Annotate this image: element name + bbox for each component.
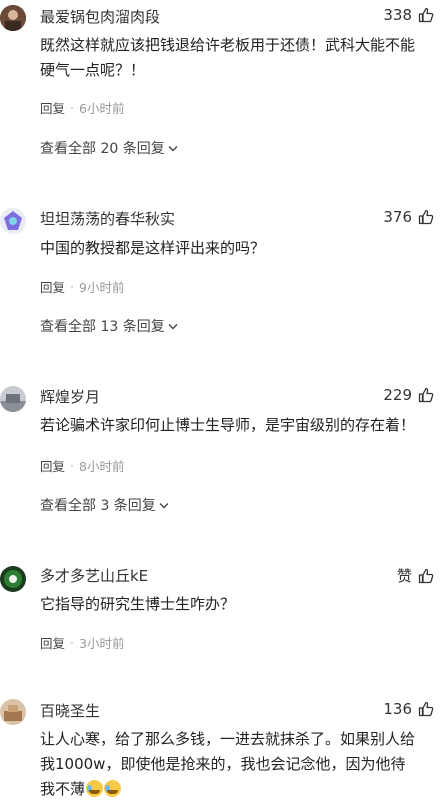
reply-button[interactable]: 回复 <box>40 277 65 296</box>
view-all-replies-label: 查看全部 20 条回复 <box>40 141 165 157</box>
chevron-down-icon <box>168 145 178 151</box>
view-all-replies-button[interactable]: 查看全部 3 条回复 <box>40 495 169 515</box>
comment-username[interactable]: 坦坦荡荡的春华秋实 <box>40 208 175 229</box>
comment-username[interactable]: 最爱锅包肉溜肉段 <box>40 6 160 27</box>
comment-username[interactable]: 多才多艺山丘kE <box>40 565 148 586</box>
separator-dot: · <box>70 458 74 473</box>
comment-meta: 回复 · 9小时前 <box>40 277 124 296</box>
avatar[interactable] <box>0 699 26 725</box>
reply-button[interactable]: 回复 <box>40 456 65 475</box>
comment-time: 6小时前 <box>79 101 125 116</box>
comment-feed: 最爱锅包肉溜肉段 338 既然这样就应该把钱退给许老板用于还债！武科大能不能 硬… <box>0 0 446 798</box>
separator-dot: · <box>70 100 74 115</box>
avatar[interactable] <box>0 208 26 234</box>
like-count: 376 <box>383 208 412 226</box>
view-all-replies-label: 查看全部 13 条回复 <box>40 319 165 335</box>
crying-laughing-emoji-icon <box>86 780 104 797</box>
view-all-replies-label: 查看全部 3 条回复 <box>40 498 156 514</box>
comment-text: 它指导的研究生博士生咋办？ <box>40 595 236 613</box>
like-count: 338 <box>383 6 412 24</box>
comment-text: 若论骗术许家印何止博士生导师，是宇宙级别的存在着！ <box>40 416 416 434</box>
separator-dot: · <box>70 635 74 650</box>
like-count: 229 <box>383 386 412 404</box>
like-button[interactable]: 229 <box>383 386 434 404</box>
view-all-replies-button[interactable]: 查看全部 13 条回复 <box>40 316 178 336</box>
like-button[interactable]: 赞 <box>397 565 434 586</box>
thumbs-up-icon <box>418 568 434 583</box>
reply-button[interactable]: 回复 <box>40 98 65 117</box>
like-button[interactable]: 136 <box>383 700 434 718</box>
comment-time: 8小时前 <box>79 459 125 474</box>
chevron-down-icon <box>159 502 169 508</box>
thumbs-up-icon <box>418 387 434 403</box>
chevron-down-icon <box>168 323 178 329</box>
avatar[interactable] <box>0 5 26 31</box>
crying-laughing-emoji-icon <box>104 780 122 797</box>
comment-meta: 回复 · 6小时前 <box>40 98 124 117</box>
comment-username[interactable]: 辉煌岁月 <box>40 386 100 407</box>
view-all-replies-button[interactable]: 查看全部 20 条回复 <box>40 138 178 158</box>
thumbs-up-icon <box>418 7 434 23</box>
comment-text: 中国的教授都是这样评出来的吗？ <box>40 239 266 257</box>
comment-username[interactable]: 百晓圣生 <box>40 700 100 721</box>
reply-button[interactable]: 回复 <box>40 633 65 652</box>
avatar[interactable] <box>0 566 26 592</box>
comment-time: 3小时前 <box>79 636 125 651</box>
thumbs-up-icon <box>418 209 434 225</box>
comment-meta: 回复 · 8小时前 <box>40 456 124 475</box>
comment-meta: 回复 · 3小时前 <box>40 633 124 652</box>
avatar[interactable] <box>0 386 26 412</box>
comment-text: 既然这样就应该把钱退给许老板用于还债！武科大能不能 硬气一点呢？！ <box>40 36 416 79</box>
like-button[interactable]: 338 <box>383 6 434 24</box>
separator-dot: · <box>70 279 74 294</box>
like-count: 赞 <box>396 567 412 585</box>
like-count: 136 <box>383 700 412 718</box>
thumbs-up-icon <box>418 701 434 717</box>
like-button[interactable]: 376 <box>383 208 434 226</box>
comment-time: 9小时前 <box>79 280 125 295</box>
